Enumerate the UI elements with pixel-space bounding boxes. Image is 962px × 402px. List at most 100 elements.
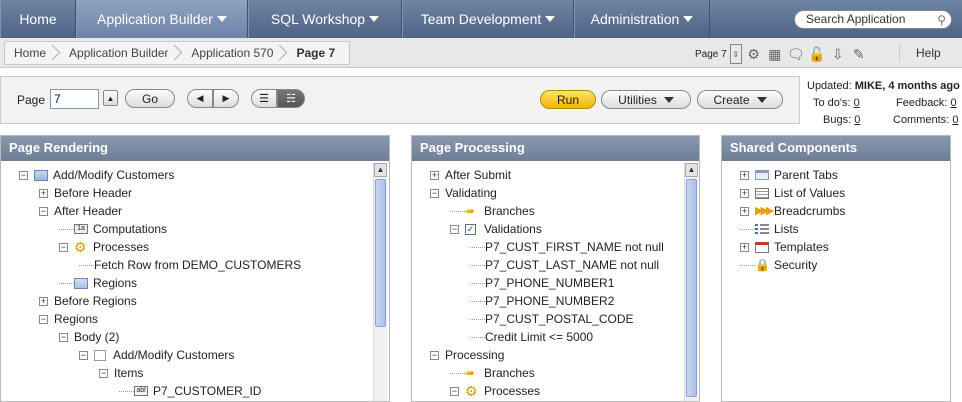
scroll-up-icon[interactable]: ▲ [374,163,387,177]
tree-node[interactable]: − After Header [39,202,122,220]
expand-icon[interactable]: + [740,206,749,216]
tree-node[interactable]: + Templates [740,238,829,256]
tree-node[interactable]: − ⚙ Processes [450,382,540,400]
tab-home[interactable]: Home [0,0,76,38]
expand-icon[interactable]: + [740,188,749,198]
collapse-icon[interactable]: − [59,242,68,252]
expand-icon[interactable]: + [740,242,749,252]
expand-icon[interactable]: + [740,170,749,180]
collapse-icon[interactable]: − [450,224,459,234]
collapse-icon[interactable]: − [430,188,439,198]
tree-node[interactable]: P7_CUST_LAST_NAME not null [470,256,659,274]
tree-node-label: Breadcrumbs [774,204,846,218]
tree-node[interactable]: − Validating [430,184,497,202]
comment-icon[interactable]: 🗨 [787,45,805,63]
scrollbar-thumb[interactable] [375,179,386,327]
comments-value[interactable]: 0 [952,114,958,126]
tree-node[interactable]: Lists [740,220,799,238]
tree-node[interactable]: P7_PHONE_NUMBER1 [470,274,614,292]
create-button[interactable]: Create [697,90,783,109]
tree-node[interactable]: Credit Limit <= 5000 [470,328,593,346]
help-link[interactable]: Help [899,44,941,62]
tree-node[interactable]: Regions [59,274,137,292]
tab-team-development[interactable]: Team Development [402,0,574,38]
chevron-down-icon[interactable] [216,16,227,22]
tree-connector [470,264,485,266]
lock-icon[interactable]: 🔓 [808,45,826,63]
tree-node[interactable]: − Processing [430,346,504,364]
page-processing-scrollbar[interactable]: ▲ [684,163,698,401]
tab-sql-workshop[interactable]: SQL Workshop [248,0,402,38]
tree-node[interactable]: − Add/Modify Customers [19,166,174,184]
collapse-icon[interactable]: − [79,350,88,360]
tree-node-label: Lists [774,222,799,236]
collapse-icon[interactable]: − [99,368,108,378]
tree-node[interactable]: ➠ Branches [450,364,535,382]
scroll-up-icon[interactable]: ▲ [685,163,698,177]
tree-node[interactable]: + ▶▶▶ Breadcrumbs [740,202,845,220]
chevron-down-icon[interactable] [545,16,556,22]
download-arrow-icon[interactable]: ⇩ [829,45,847,63]
chevron-down-icon[interactable] [369,16,380,22]
tab-administration[interactable]: Administration [574,0,710,38]
tree-node[interactable]: − ⚙ Processes [59,238,149,256]
expand-icon[interactable]: + [39,188,48,198]
next-page-button[interactable]: ▶ [213,89,239,108]
bugs-value[interactable]: 0 [854,114,860,126]
run-button[interactable]: Run [540,90,596,109]
tree-node[interactable]: P7_CUST_POSTAL_CODE [470,310,634,328]
tree-node[interactable]: P7_CUST_FIRST_NAME not null [470,238,664,256]
tree-node[interactable]: − ✓ Validations [450,220,542,238]
tree-node[interactable]: + Before Regions [39,292,137,310]
chevron-down-icon[interactable] [683,16,694,22]
gear-icon[interactable]: ⚙ [745,45,763,63]
search-icon[interactable]: ⚲ [937,12,946,29]
tree-connector [59,228,74,230]
page-label: Page [17,93,46,107]
todos-label: To do's: [813,97,851,109]
tree-node[interactable]: − Body (2) [59,328,119,346]
edit-pencil-icon[interactable]: ✎ [850,45,868,63]
page-number-input[interactable]: 7 [50,89,99,109]
collapse-icon[interactable]: − [59,332,68,342]
collapse-icon[interactable]: − [430,350,439,360]
grid-icon[interactable]: ▦ [766,45,784,63]
expand-icon[interactable]: + [430,170,439,180]
breadcrumb-home[interactable]: Home [5,42,60,64]
breadcrumbs-icon: ▶▶▶ [755,205,774,217]
tab-application-builder[interactable]: Application Builder [76,0,248,38]
tree-node[interactable]: + Before Header [39,184,132,202]
tree-node-label: Items [114,366,144,380]
list-view-button[interactable]: ☰ [251,89,277,108]
page-rendering-scrollbar[interactable]: ▲ [373,163,387,401]
feedback-value[interactable]: 0 [950,97,956,109]
tree-node[interactable]: 1a Computations [59,220,167,238]
breadcrumb-application[interactable]: Application 570 [182,42,287,64]
previous-page-button[interactable]: ◀ [187,89,213,108]
tree-node[interactable]: 🔒 Security [740,256,817,274]
tree-node[interactable]: P7_PHONE_NUMBER2 [470,292,614,310]
collapse-icon[interactable]: − [19,170,28,180]
breadcrumb-application-builder[interactable]: Application Builder [60,42,182,64]
tree-node[interactable]: ➠ Branches [450,202,535,220]
tree-node[interactable]: − Items [99,364,143,382]
page-up-button[interactable]: ▲ [103,90,118,106]
tree-node[interactable]: Fetch Row from DEMO_CUSTOMERS [79,256,301,274]
tree-node[interactable]: + After Submit [430,166,511,184]
page-spinner-icon[interactable]: ⇕ [729,44,742,64]
scrollbar-thumb[interactable] [686,179,697,397]
todos-value[interactable]: 0 [854,97,860,109]
collapse-icon[interactable]: − [450,386,459,396]
go-button[interactable]: Go [125,89,175,108]
tree-node[interactable]: − Regions [39,310,98,328]
tree-node[interactable]: + Parent Tabs [740,166,838,184]
tree-view-button[interactable]: ☵ [277,89,305,108]
tree-node[interactable]: abl P7_CUSTOMER_ID [119,382,261,400]
tree-node[interactable]: − Add/Modify Customers [79,346,234,364]
collapse-icon[interactable]: − [39,206,48,216]
search-input[interactable]: Search Application ⚲ [794,10,952,29]
utilities-button[interactable]: Utilities [601,90,691,109]
tree-node[interactable]: + List of Values [740,184,845,202]
collapse-icon[interactable]: − [39,314,48,324]
expand-icon[interactable]: + [39,296,48,306]
